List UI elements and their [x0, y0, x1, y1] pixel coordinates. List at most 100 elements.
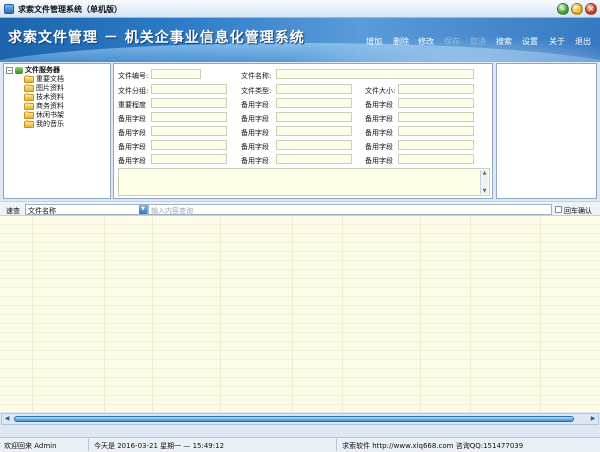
spare-field[interactable]	[398, 98, 474, 108]
grid-row-line	[0, 242, 600, 243]
spare-field[interactable]	[398, 126, 474, 136]
grid-column-line	[342, 216, 343, 412]
grid-column-line	[152, 216, 153, 412]
grid-row-line	[0, 350, 600, 351]
maximize-button[interactable]: □	[571, 3, 583, 15]
grid-column-line	[420, 216, 421, 412]
menu-edit[interactable]: 修改	[418, 36, 434, 47]
search-input[interactable]: 输入内容查询	[148, 204, 552, 215]
grid-row-line	[0, 287, 600, 288]
close-button[interactable]: ×	[585, 3, 597, 15]
label-spare: 备用字段	[365, 143, 393, 151]
grid-column-line	[220, 216, 221, 412]
label-spare: 备用字段	[241, 101, 269, 109]
label-spare: 备用字段	[241, 129, 269, 137]
spare-field[interactable]	[276, 98, 352, 108]
spare-field[interactable]	[151, 140, 227, 150]
label-spare: 备用字段	[365, 157, 393, 165]
label-spare: 备用字段	[365, 129, 393, 137]
status-separator	[88, 439, 89, 451]
label-spare: 备用字段	[365, 101, 393, 109]
minimize-button[interactable]: –	[557, 3, 569, 15]
app-icon	[4, 4, 14, 14]
chevron-down-icon[interactable]: ▼	[139, 205, 147, 214]
header-banner: 求索文件管理 － 机关企事业信息化管理系统 增加 删除 修改 保存 取消 搜索 …	[0, 18, 600, 62]
label-spare: 备用字段	[118, 143, 146, 151]
label-importance: 重要程度	[118, 101, 146, 109]
label-spare: 备用字段	[241, 143, 269, 151]
menu-add[interactable]: 增加	[366, 36, 382, 47]
spare-field[interactable]	[276, 140, 352, 150]
spare-field[interactable]	[398, 140, 474, 150]
file-detail-form: 文件编号: 文件名称: 文件分组: 文件类型: 文件大小: 重要程度 备用字段 …	[113, 63, 493, 199]
label-spare: 备用字段	[365, 115, 393, 123]
folder-icon	[24, 110, 34, 119]
menu-settings[interactable]: 设置	[522, 36, 538, 47]
file-name-field[interactable]	[276, 69, 474, 79]
scroll-thumb[interactable]	[14, 416, 574, 422]
grid-row-line	[0, 368, 600, 369]
spare-field[interactable]	[276, 112, 352, 122]
label-file-type: 文件类型:	[241, 87, 272, 95]
grid-row-line	[0, 404, 600, 405]
search-field-value: 文件名称	[28, 207, 56, 215]
menu-delete[interactable]: 删除	[393, 36, 409, 47]
grid-column-line	[32, 216, 33, 412]
spare-field[interactable]	[151, 112, 227, 122]
search-placeholder: 输入内容查询	[151, 207, 193, 215]
importance-field[interactable]	[151, 98, 227, 108]
spare-field[interactable]	[151, 154, 227, 164]
grid-row-line	[0, 314, 600, 315]
tree-item-music[interactable]: 我的音乐	[24, 119, 64, 129]
file-list-grid[interactable]	[0, 216, 600, 412]
file-group-field[interactable]	[151, 84, 227, 94]
grid-column-line	[540, 216, 541, 412]
scroll-up-icon[interactable]: ▲	[481, 170, 488, 176]
grid-column-line	[104, 216, 105, 412]
company-status: 求索软件 http://www.xlq668.com 咨询QQ:15147703…	[342, 442, 524, 450]
label-spare: 备用字段	[241, 157, 269, 165]
label-file-number: 文件编号:	[118, 72, 149, 80]
notes-scrollbar[interactable]: ▲ ▼	[480, 170, 488, 194]
quick-search-bar: 速查 文件名称 ▼ 输入内容查询 回车确认	[0, 201, 600, 216]
grid-row-line	[0, 323, 600, 324]
file-type-field[interactable]	[276, 84, 352, 94]
horizontal-scrollbar[interactable]: ◀ ▶	[1, 413, 599, 425]
file-size-field[interactable]	[398, 84, 474, 94]
spare-field[interactable]	[276, 154, 352, 164]
scroll-right-icon[interactable]: ▶	[588, 414, 598, 424]
spare-field[interactable]	[276, 126, 352, 136]
scroll-down-icon[interactable]: ▼	[481, 188, 488, 194]
folder-icon	[24, 101, 34, 110]
file-number-field[interactable]	[151, 69, 201, 79]
menu-save[interactable]: 保存	[444, 36, 460, 47]
window-titlebar: 求索文件管理系统（单机版） – □ ×	[0, 0, 600, 18]
server-icon	[15, 66, 23, 74]
spare-field[interactable]	[398, 154, 474, 164]
scroll-left-icon[interactable]: ◀	[2, 414, 12, 424]
search-field-select[interactable]: 文件名称 ▼	[25, 204, 148, 215]
enter-confirm-checkbox[interactable]	[555, 206, 562, 213]
quick-search-label: 速查	[6, 207, 20, 215]
label-file-size: 文件大小:	[365, 87, 396, 95]
menu-about[interactable]: 关于	[549, 36, 565, 47]
label-spare: 备用字段	[118, 157, 146, 165]
spare-field[interactable]	[151, 126, 227, 136]
label-spare: 备用字段	[118, 115, 146, 123]
grid-row-line	[0, 332, 600, 333]
label-file-name: 文件名称:	[241, 72, 272, 80]
menu-exit[interactable]: 退出	[575, 36, 591, 47]
menu-search[interactable]: 搜索	[496, 36, 512, 47]
notes-textarea[interactable]: ▲ ▼	[118, 168, 490, 196]
grid-row-line	[0, 377, 600, 378]
grid-column-line	[292, 216, 293, 412]
grid-row-line	[0, 305, 600, 306]
menu-cancel[interactable]: 取消	[470, 36, 486, 47]
datetime-status: 今天是 2016-03-21 星期一 — 15:49:12	[94, 442, 225, 450]
grid-row-line	[0, 269, 600, 270]
label-spare: 备用字段	[118, 129, 146, 137]
label-file-group: 文件分组:	[118, 87, 149, 95]
collapse-toggle[interactable]: −	[6, 66, 13, 74]
spare-field[interactable]	[398, 112, 474, 122]
grid-row-line	[0, 260, 600, 261]
